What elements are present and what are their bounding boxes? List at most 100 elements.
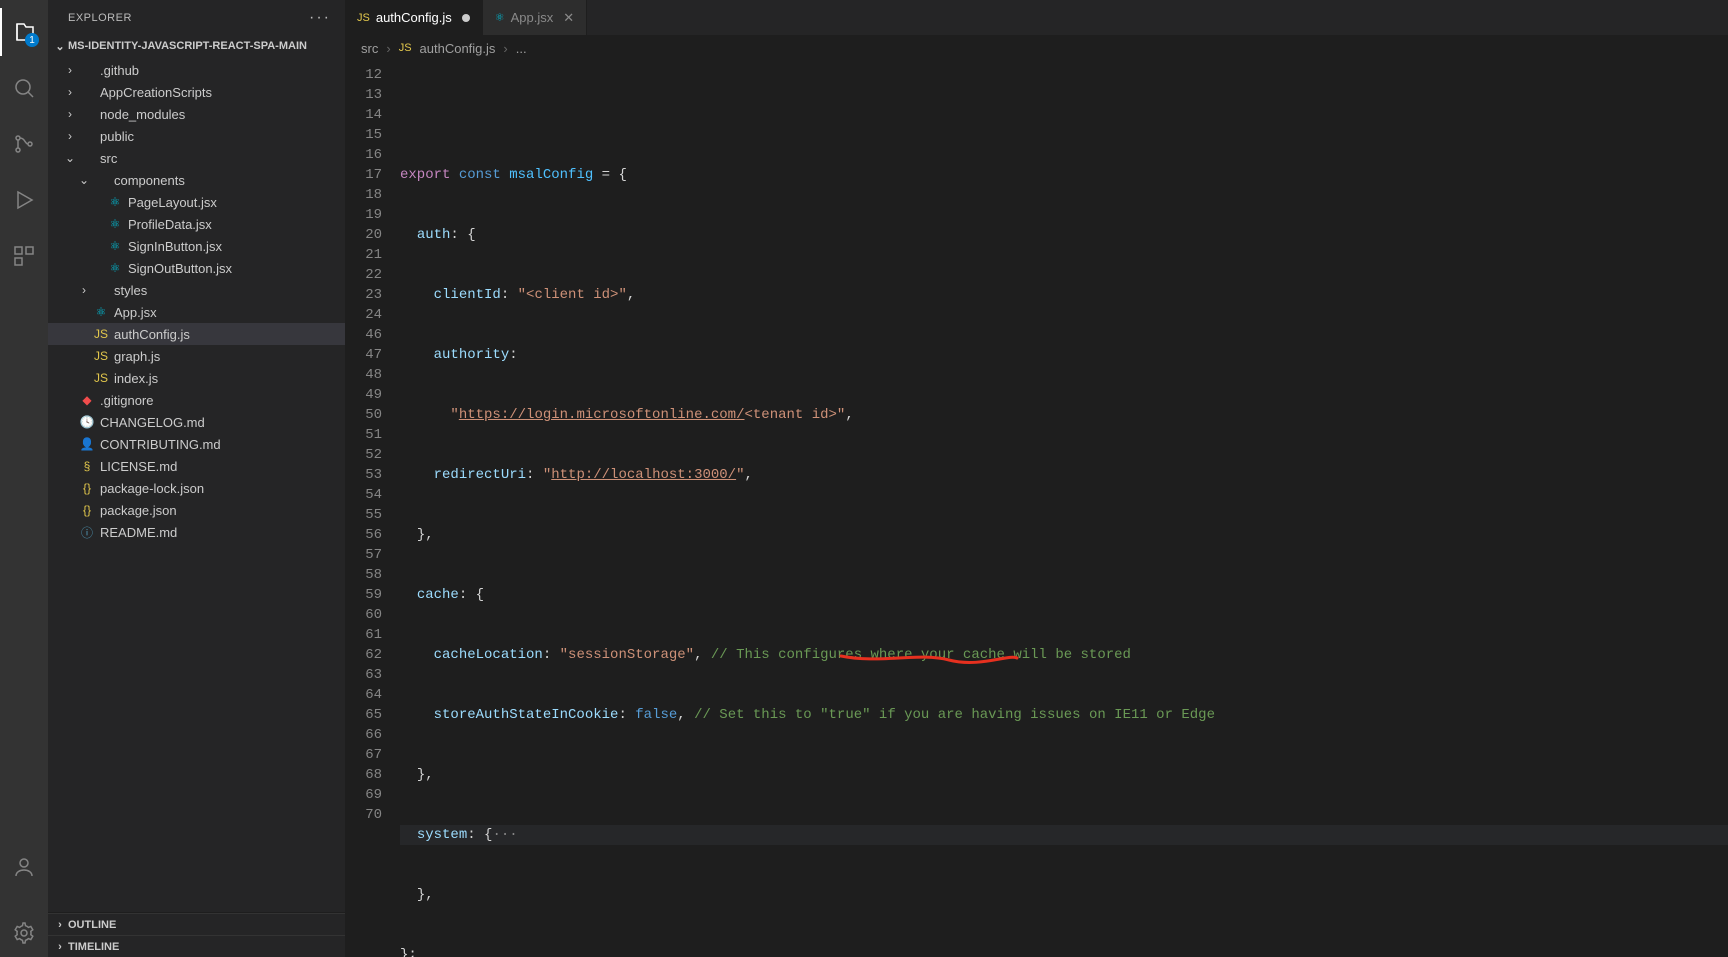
folder-item[interactable]: ›AppCreationScripts [48, 81, 345, 103]
file-item[interactable]: JSauthConfig.js [48, 323, 345, 345]
line-number: 67 [345, 745, 382, 765]
file-type-icon: ⚛ [495, 11, 505, 24]
line-number: 55 [345, 505, 382, 525]
line-number: 20 [345, 225, 382, 245]
settings-gear-icon[interactable] [0, 909, 48, 957]
t: }; [400, 947, 417, 957]
file-item[interactable]: ⚛ ProfileData.jsx [48, 213, 345, 235]
extensions-icon[interactable] [0, 232, 48, 280]
folder-item[interactable]: ⌄ components [48, 169, 345, 191]
line-number: 65 [345, 705, 382, 725]
timeline-label: TIMELINE [68, 941, 119, 953]
line-number: 61 [345, 625, 382, 645]
file-type-icon: JS [92, 371, 110, 385]
line-number: 18 [345, 185, 382, 205]
file-item[interactable]: JSgraph.js [48, 345, 345, 367]
editor-tab[interactable]: ⚛App.jsx✕ [483, 0, 587, 35]
folder-item[interactable]: ›public [48, 125, 345, 147]
t: : [543, 647, 560, 663]
file-label: README.md [100, 525, 177, 540]
file-type-icon: JS [92, 327, 110, 341]
file-type-icon: {} [78, 503, 96, 517]
file-item[interactable]: ⚛SignOutButton.jsx [48, 257, 345, 279]
file-item[interactable]: ⚛PageLayout.jsx [48, 191, 345, 213]
line-number: 62 [345, 645, 382, 665]
file-item[interactable]: §LICENSE.md [48, 455, 345, 477]
close-icon[interactable]: ✕ [563, 10, 574, 26]
folder-item[interactable]: ›node_modules [48, 103, 345, 125]
t: : [618, 707, 635, 723]
t: , [694, 647, 711, 663]
file-item[interactable]: {}package.json [48, 499, 345, 521]
file-type-icon: 🕓 [78, 415, 96, 429]
file-item[interactable]: ⓘREADME.md [48, 521, 345, 543]
project-header[interactable]: ⌄ MS-IDENTITY-JAVASCRIPT-REACT-SPA-MAIN [48, 35, 345, 57]
file-label: styles [114, 283, 147, 298]
line-number: 53 [345, 465, 382, 485]
file-label: src [100, 151, 117, 166]
file-type-icon: ⚛ [106, 239, 124, 253]
breadcrumbs[interactable]: src›JSauthConfig.js›... [345, 35, 1728, 61]
run-debug-icon[interactable] [0, 176, 48, 224]
breadcrumb-sep: › [499, 41, 511, 56]
explorer-icon[interactable]: 1 [0, 8, 48, 56]
outline-header[interactable]: ›OUTLINE [48, 913, 345, 935]
line-number: 13 [345, 85, 382, 105]
line-number: 59 [345, 585, 382, 605]
t: https://login.microsoftonline.com/ [459, 407, 745, 423]
line-number: 24 [345, 305, 382, 325]
breadcrumb-item[interactable]: ... [516, 41, 527, 56]
explorer-title: EXPLORER [68, 12, 309, 24]
source-control-icon[interactable] [0, 120, 48, 168]
t: ··· [492, 827, 517, 843]
file-item[interactable]: JSindex.js [48, 367, 345, 389]
file-label: components [114, 173, 185, 188]
file-item[interactable]: {}package-lock.json [48, 477, 345, 499]
breadcrumb-item[interactable]: src [361, 41, 378, 56]
line-number: 63 [345, 665, 382, 685]
line-number: 23 [345, 285, 382, 305]
chevron-right-icon: › [62, 85, 78, 99]
t: : { [467, 827, 492, 843]
folder-item[interactable]: ›styles [48, 279, 345, 301]
file-item[interactable]: 🕓CHANGELOG.md [48, 411, 345, 433]
file-tree: ›.github›AppCreationScripts›node_modules… [48, 57, 345, 912]
chevron-down-icon: ⌄ [62, 151, 78, 165]
chevron-down-icon: ⌄ [52, 40, 68, 53]
tab-label: authConfig.js [376, 10, 452, 25]
timeline-header[interactable]: ›TIMELINE [48, 935, 345, 957]
project-name: MS-IDENTITY-JAVASCRIPT-REACT-SPA-MAIN [68, 40, 307, 52]
t: : { [450, 227, 475, 243]
file-type-icon: {} [78, 481, 96, 495]
folder-item[interactable]: ⌄ src [48, 147, 345, 169]
line-number: 54 [345, 485, 382, 505]
file-item[interactable]: ◆.gitignore [48, 389, 345, 411]
file-type-icon: ⚛ [106, 195, 124, 209]
file-item[interactable]: 👤CONTRIBUTING.md [48, 433, 345, 455]
file-type-icon: ⚛ [92, 305, 110, 319]
code-content[interactable]: export const msalConfig = { auth: { clie… [400, 61, 1728, 957]
t: cache [417, 587, 459, 603]
folder-item[interactable]: ›.github [48, 59, 345, 81]
accounts-icon[interactable] [0, 843, 48, 891]
line-number: 46 [345, 325, 382, 345]
file-item[interactable]: ⚛App.jsx [48, 301, 345, 323]
t: http://localhost:3000/ [551, 467, 736, 483]
search-icon[interactable] [0, 64, 48, 112]
t: " [736, 467, 744, 483]
file-item[interactable]: ⚛SignInButton.jsx [48, 235, 345, 257]
line-number: 64 [345, 685, 382, 705]
breadcrumb-item[interactable]: authConfig.js [420, 41, 496, 56]
t: }, [417, 527, 434, 543]
t: , [845, 407, 853, 423]
file-label: ProfileData.jsx [128, 217, 212, 232]
t: : [509, 347, 517, 363]
line-number: 47 [345, 345, 382, 365]
line-number: 70 [345, 805, 382, 825]
more-icon[interactable]: ··· [309, 9, 331, 27]
file-type-icon: JS [92, 349, 110, 363]
chevron-down-icon: ⌄ [76, 173, 92, 187]
file-type-icon: ⚛ [106, 217, 124, 231]
t: , [627, 287, 635, 303]
editor-tab[interactable]: JSauthConfig.js [345, 0, 483, 35]
